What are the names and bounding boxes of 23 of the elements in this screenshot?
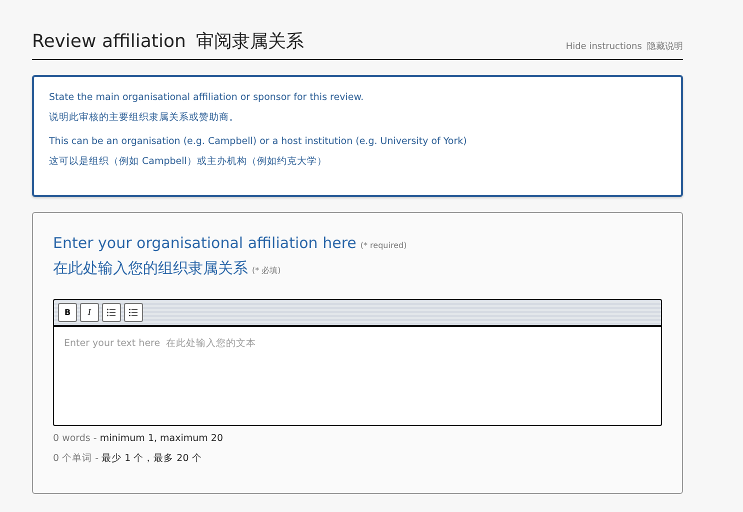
- required-note: (* 必填): [252, 266, 281, 275]
- bold-button[interactable]: B: [58, 303, 77, 322]
- list-icon: [129, 308, 138, 317]
- instruction-text: State the main organisational affiliation or sponsor for this review.: [49, 91, 365, 105]
- word-limits: minimum 1, maximum 20: [100, 433, 224, 444]
- page-title: Review affiliation: [32, 31, 186, 52]
- page-title: 审阅隶属关系: [196, 31, 304, 52]
- word-count: 0 个单词 -: [53, 453, 99, 464]
- word-count: 0 words -: [53, 433, 97, 444]
- word-limits: 最少 1 个，最多 20 个: [102, 453, 202, 464]
- bullet-list-button[interactable]: [102, 303, 121, 322]
- hide-instructions-link[interactable]: Hide instructions: [566, 42, 642, 52]
- numbered-list-button[interactable]: [124, 303, 143, 322]
- field-label: 在此处输入您的组织隶属关系: [53, 259, 248, 277]
- hide-instructions-link[interactable]: 隐藏说明: [647, 42, 683, 52]
- list-icon: [107, 308, 116, 317]
- required-note: (* required): [360, 241, 407, 250]
- instruction-text: 这可以是组织（例如 Campbell）或主办机构（例如约克大学）: [49, 155, 328, 169]
- italic-button[interactable]: I: [80, 303, 99, 322]
- instruction-text: 说明此审核的主要组织隶属关系或赞助商。: [49, 111, 240, 125]
- text-input[interactable]: Enter your text here 在此处输入您的文本: [53, 327, 662, 426]
- instruction-text: This can be an organisation (e.g. Campbell) or a host institution (e.g. University of York): [49, 135, 468, 149]
- field-label: Enter your organisational affiliation here: [53, 234, 356, 252]
